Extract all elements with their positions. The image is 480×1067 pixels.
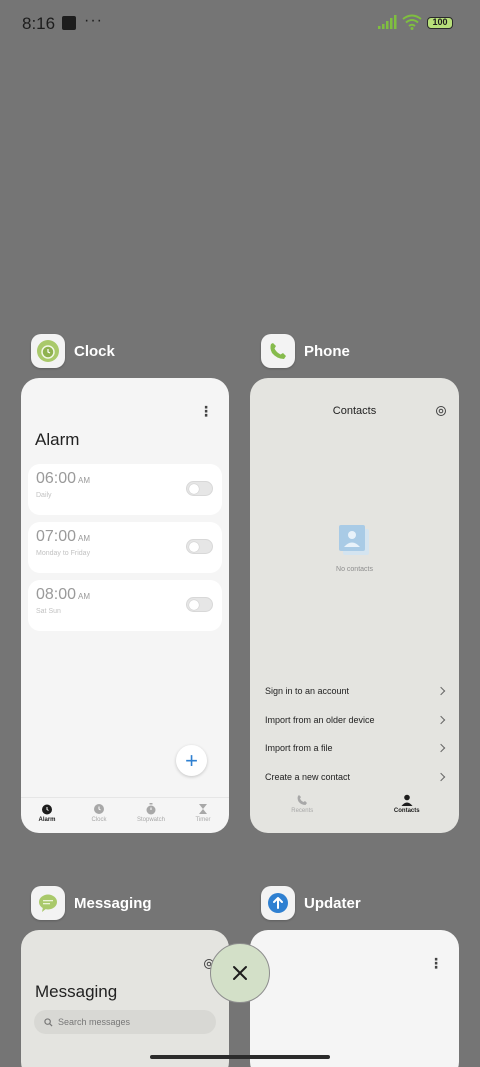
clock-icon (94, 804, 104, 814)
action-import-file: Import from a file (265, 738, 446, 758)
phone-icon (297, 795, 308, 805)
phone-bottom-nav: Recents Contacts (250, 789, 459, 819)
hourglass-icon (199, 804, 207, 814)
nav-label: Stopwatch (136, 817, 166, 823)
clock-app-header[interactable]: Clock (31, 333, 115, 369)
clock-app-name: Clock (74, 342, 115, 360)
alarm-repeat: Sat Sun (36, 608, 61, 615)
action-create-contact: Create a new contact (265, 767, 446, 787)
clear-all-button[interactable] (210, 943, 270, 1003)
action-sign-in: Sign in to an account (265, 681, 446, 701)
action-label: Import from a file (265, 743, 333, 753)
alarm-time: 07:00 (36, 528, 77, 545)
alarm-item: 07:00 AM Monday to Friday (28, 522, 222, 573)
chat-bubble-icon[interactable] (31, 886, 65, 920)
search-placeholder: Search messages (58, 1017, 131, 1027)
action-label: Import from an older device (265, 715, 375, 725)
alarm-clock-icon[interactable] (31, 334, 65, 368)
alarm-time: 06:00 (36, 470, 77, 487)
clock-bottom-nav: Alarm Clock Stopwatch Timer (21, 797, 229, 833)
add-alarm-button: + (176, 745, 207, 776)
alarm-item: 06:00 AM Daily (28, 464, 222, 515)
alarm-icon (42, 804, 52, 815)
more-notifications-icon: ··· (84, 12, 103, 29)
updater-app-card[interactable]: ⋮ (250, 930, 459, 1067)
nav-item-clock: Clock (73, 798, 125, 833)
alarm-ampm: AM (78, 534, 91, 543)
action-import-device: Import from an older device (265, 710, 446, 730)
empty-state-text: No contacts (336, 566, 373, 573)
alarm-item: 08:00 AM Sat Sun (28, 580, 222, 631)
nav-item-recents: Recents (250, 789, 355, 819)
chevron-right-icon (436, 743, 446, 753)
person-icon (401, 794, 413, 806)
alarm-repeat: Monday to Friday (36, 550, 91, 557)
close-x-icon (233, 966, 247, 980)
nav-item-stopwatch: Stopwatch (125, 798, 177, 833)
battery-icon: 100 (427, 17, 453, 29)
updater-app-name: Updater (304, 894, 361, 912)
alarm-time: 08:00 (36, 586, 77, 603)
chevron-right-icon (436, 772, 446, 782)
action-label: Create a new contact (265, 772, 351, 782)
clock-app-card[interactable]: ⋮ Alarm 06:00 AM Daily 07:00 AM Monday to … (21, 378, 229, 833)
nav-label: Alarm (38, 817, 56, 823)
arrow-up-circle-icon[interactable] (261, 886, 295, 920)
action-label: Sign in to an account (265, 686, 350, 696)
stopwatch-icon (146, 803, 156, 815)
home-indicator[interactable] (150, 1055, 330, 1059)
more-options-icon: ⋮ (429, 955, 443, 971)
nav-item-alarm: Alarm (21, 798, 73, 833)
page-title: Alarm (35, 430, 80, 449)
nav-label: Contacts (393, 808, 420, 814)
contacts-empty-icon (339, 525, 369, 555)
alarm-toggle (186, 597, 213, 612)
nav-item-timer: Timer (177, 798, 229, 833)
search-messages-field: Search messages (34, 1010, 216, 1034)
chevron-right-icon (436, 686, 446, 696)
alarm-repeat: Daily (36, 492, 52, 499)
nav-label: Timer (195, 817, 211, 823)
alarm-toggle (186, 539, 213, 554)
page-title: Contacts (332, 405, 377, 417)
wifi-icon (402, 14, 422, 30)
notification-square-icon (62, 16, 76, 30)
nav-label: Recents (291, 808, 314, 814)
alarm-ampm: AM (78, 476, 91, 485)
page-title: Messaging (35, 982, 118, 1001)
alarm-ampm: AM (78, 592, 91, 601)
messaging-app-card[interactable]: Messaging Search messages (21, 930, 229, 1067)
nav-item-contacts: Contacts (355, 789, 460, 819)
alarm-toggle (186, 481, 213, 496)
status-bar: 8:16 ··· 100 (0, 0, 480, 48)
updater-app-header[interactable]: Updater (261, 885, 361, 921)
phone-app-header[interactable]: Phone (261, 333, 350, 369)
more-options-icon: ⋮ (199, 403, 213, 419)
nav-label: Clock (91, 817, 107, 823)
messaging-app-header[interactable]: Messaging (31, 885, 152, 921)
phone-app-name: Phone (304, 342, 350, 360)
gear-icon (436, 406, 446, 416)
status-time: 8:16 (22, 14, 56, 33)
chevron-right-icon (436, 715, 446, 725)
phone-app-card[interactable]: Contacts No contacts Sign in to an accou… (250, 378, 459, 833)
phone-handset-icon[interactable] (261, 334, 295, 368)
cellular-signal-icon (378, 15, 397, 29)
battery-level: 100 (432, 17, 448, 27)
messaging-app-name: Messaging (74, 894, 152, 912)
search-icon (44, 1017, 53, 1027)
